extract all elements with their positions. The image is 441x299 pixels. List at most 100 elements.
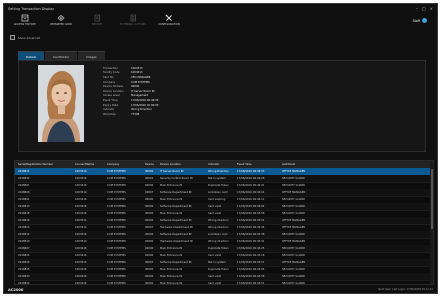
external-actions-button[interactable]: EXTERNAL ACTIONS: [116, 13, 150, 30]
detail-key: Transaction: [103, 66, 118, 70]
table-cell: 00007: [145, 261, 154, 264]
detail-value: Wrong Direction: [131, 108, 152, 112]
scrollbar-thumb[interactable]: [430, 169, 433, 229]
table-cell: 1003416: [75, 282, 87, 285]
table-cell: 1003514: [75, 240, 87, 243]
table-cell: 00000: [145, 247, 154, 250]
column-header[interactable]: Additional: [282, 163, 295, 166]
remapped-grid-label: REMAPPED GRID: [50, 23, 72, 26]
report-button[interactable]: REPORT: [80, 13, 114, 30]
table-cell: Wrong direction: [208, 240, 229, 243]
table-cell: 17/06/2016 09:46:21: [237, 184, 265, 187]
table-cell: 2248818: [18, 212, 30, 215]
table-cell: OFFICE MANAGER: [282, 226, 306, 229]
column-header[interactable]: Company: [107, 163, 119, 166]
table-cell: Main Entrance IN: [160, 275, 183, 278]
column-header[interactable]: Serial/Registration Number: [18, 163, 53, 166]
column-header[interactable]: Indicator: [208, 163, 219, 166]
table-cell: OFFICE MANAGER: [282, 219, 306, 222]
table-cell: 2248812: [18, 233, 30, 236]
column-header[interactable]: Device Location: [160, 163, 181, 166]
table-cell: 17/06/2016 09:46:04: [237, 205, 265, 208]
vertical-scrollbar[interactable]: [430, 161, 433, 284]
table-cell: 2248833: [18, 275, 30, 278]
table-cell: Wrong direction: [208, 226, 229, 229]
table-cell: 2248821: [18, 184, 30, 187]
remapped-grid-button[interactable]: REMAPPED GRID: [44, 13, 78, 30]
table-cell: SECURITY GUARD: [282, 247, 306, 250]
column-header[interactable]: Connect/Name: [75, 163, 94, 166]
table-cell: OFFICE MANAGER: [282, 261, 306, 264]
table-cell: Main Entrance IN: [160, 247, 183, 250]
detail-value: 77398: [131, 112, 140, 116]
table-cell: 2248826: [18, 191, 30, 194]
table-cell: 2248832: [18, 177, 30, 180]
column-header[interactable]: Device: [145, 163, 154, 166]
table-cell: OFFICE MANAGER: [282, 170, 306, 173]
table-cell: 2248825: [18, 254, 30, 257]
minimize-icon[interactable]: –: [416, 6, 418, 11]
table-cell: CUM SYSTEMS: [107, 191, 126, 194]
table-cell: 1003416: [75, 275, 87, 278]
detail-tabs: Details Cardholder Images: [18, 51, 106, 61]
table-cell: 17/06/2016 09:46:28: [237, 177, 265, 180]
table-cell: Main Entrance IN: [160, 212, 183, 215]
table-cell: 2248813: [18, 205, 30, 208]
table-cell: 2248827: [18, 247, 30, 250]
table-cell: 17/06/2016 09:44:51: [237, 282, 265, 285]
show-advanced-checkbox[interactable]: [10, 35, 15, 40]
table-cell: 1003416: [75, 198, 87, 201]
table-cell: 00000: [145, 170, 154, 173]
table-cell: Security Control Room IN: [160, 177, 193, 180]
table-cell: Lockdown card: [208, 233, 228, 236]
table-cell: Software Department IN: [160, 261, 192, 264]
external-actions-label: EXTERNAL ACTIONS: [120, 23, 146, 26]
table-cell: OFFICE MANAGER: [282, 240, 306, 243]
table-cell: Main Entrance IN: [160, 282, 183, 285]
maximize-icon[interactable]: □: [422, 6, 426, 11]
table-cell: SECURITY GUARD: [282, 282, 306, 285]
report-icon: [94, 14, 100, 22]
detail-value: 1004513: [131, 66, 143, 70]
table-cell: CUM SYSTEMS: [107, 170, 126, 173]
table-cell: 17/06/2016 09:45:05: [237, 268, 265, 271]
window-controls: – □ ×: [416, 6, 433, 11]
table-cell: 00001: [145, 177, 154, 180]
table-cell: 17/06/2016 09:45:58: [237, 212, 265, 215]
access-history-button[interactable]: ACCESS HISTORY: [8, 13, 42, 30]
table-cell: 17/06/2016 09:45:38: [237, 233, 265, 236]
table-cell: 2248819: [18, 240, 30, 243]
table-cell: 17/06/2016 09:46:33: [237, 170, 265, 173]
table-cell: 1003514: [75, 261, 87, 264]
table-cell: OFFICE MANAGER: [282, 191, 306, 194]
window-title: Setting Transaction Display: [8, 6, 55, 11]
table-cell: 17/06/2016 09:46:11: [237, 198, 265, 201]
table-cell: Software Department IN: [160, 205, 192, 208]
table-cell: CUM SYSTEMS: [107, 240, 126, 243]
detail-key: Device Address: [103, 85, 124, 89]
table-cell: 00000: [145, 282, 154, 285]
user-name: Staff: [412, 18, 420, 23]
configuration-button[interactable]: CONFIGURATION: [152, 13, 186, 30]
table-cell: 1003416: [75, 177, 87, 180]
table-cell: CUM SYSTEMS: [107, 275, 126, 278]
table-cell: 1003514: [75, 191, 87, 194]
table-cell: Software Department IN: [160, 219, 192, 222]
detail-value: CUM SYSTEMS: [131, 80, 150, 84]
table-row[interactable]: 2248842 1003416 CUM SYSTEMS 00000 Main Entra…: [15, 280, 431, 285]
table-cell: SECURITY GUARD: [282, 198, 306, 201]
table-cell: Hardware Department IN: [160, 240, 193, 243]
detail-value: 17/06/2016 10:00:00: [131, 103, 159, 107]
table-cell: SECURITY GUARD: [282, 275, 306, 278]
table-cell: CUM SYSTEMS: [107, 247, 126, 250]
table-cell: Card valid: [208, 282, 222, 285]
table-cell: 00000: [145, 212, 154, 215]
user-menu[interactable]: Staff: [413, 18, 427, 23]
column-header[interactable]: Event Time: [237, 163, 252, 166]
table-cell: Duplicate Token: [208, 268, 229, 271]
table-cell: CUM SYSTEMS: [107, 205, 126, 208]
close-icon[interactable]: ×: [430, 6, 433, 11]
show-advanced-toggle[interactable]: Show Advanced: [10, 35, 40, 40]
table-cell: 00007: [145, 226, 154, 229]
table-cell: CUM SYSTEMS: [107, 226, 126, 229]
